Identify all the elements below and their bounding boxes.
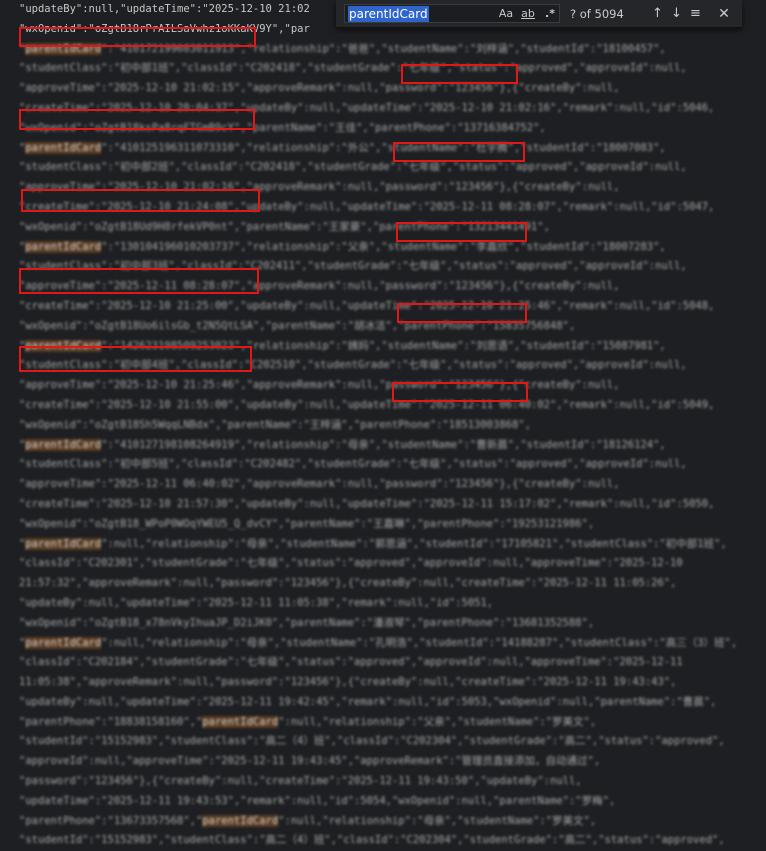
search-match: parentIdCard [25,537,102,550]
find-in-selection-icon[interactable]: ≡ [686,6,705,21]
code-line: "parentIdCard":null,"relationship":"母亲",… [19,537,727,550]
code-line: "updateBy":null,"updateTime":"2025-12-11… [19,596,494,609]
code-line: "wxOpenid":"oZgtB18Ud9H8rfekVP0nt","pare… [19,220,550,233]
code-line: "studentClass":"初中部5班","classId":"C20248… [19,458,687,471]
find-query: parentIdCard [348,5,429,22]
match-count: ? of 5094 [570,6,624,21]
annotation-box-parent-id-card [21,189,260,212]
arrow-up-icon[interactable]: ↑ [648,6,667,21]
code-line: "approveTime":"2025-12-10 21:02:15","app… [19,82,620,95]
code-line: "parentIdCard":null,"relationship":"母亲",… [19,636,738,649]
search-match: parentIdCard [25,240,102,253]
match-case-toggle[interactable]: Aa [498,7,514,20]
code-line: "classId":"C202184","studentGrade":"七年级"… [19,656,683,669]
code-line: "wxOpenid":"oZgtB18Uo6ilsGb_t2N5QtLSA","… [19,319,576,332]
code-line: "parentPhone":"18838158160","parentIdCar… [19,715,597,728]
search-match: parentIdCard [25,438,102,451]
annotation-box-password [401,64,518,84]
annotation-box-parent-id-card [19,27,256,47]
annotation-box-password [397,303,527,323]
code-line: "wxOpenid":"oZgtB18_x78nVkyIhuaJP_D2iJK0… [19,616,595,629]
code-line: "createTime":"2025-12-10 21:57:30","upda… [19,497,715,510]
search-match: parentIdCard [25,636,102,649]
code-line: "studentId":"15152983","studentClass":"高… [19,735,725,748]
code-line: "updateBy":null,"updateTime":"2025-12-11… [19,695,717,708]
code-line: 21:57:32","approveRemark":null,"password… [19,577,677,590]
code-line: "createTime":"2025-12-10 21:25:00","upda… [19,299,715,312]
search-match: parentIdCard [202,715,279,728]
search-match: parentIdCard [25,141,102,154]
code-line: "classId":"C202301","studentGrade":"七年级"… [19,557,683,570]
search-match: parentIdCard [202,814,279,827]
code-line: "parentPhone":"13673357568","parentIdCar… [19,814,597,827]
code-line: "parentIdCard":"130104196010203737","rel… [19,240,666,253]
arrow-down-icon[interactable]: ↓ [667,6,686,21]
annotation-box-parent-id-card [19,346,252,372]
annotation-box-password [396,222,527,242]
code-line: 11:05:38","approveRemark":null,"password… [19,676,677,689]
whole-word-toggle[interactable]: ab [520,7,536,20]
find-widget: parentIdCard Aa ab .* ? of 5094 ↑ ↓ ≡ ✕ [336,0,742,28]
close-icon[interactable]: ✕ [713,6,735,22]
regex-toggle[interactable]: .* [542,7,558,20]
code-line: "studentClass":"初中部1班","classId":"C20241… [19,62,687,75]
annotation-box-password [392,382,528,402]
code-line: "approveTime":"2025-12-11 06:40:02","app… [19,478,620,491]
annotation-box-parent-id-card [19,109,255,130]
code-line: "approveId":null,"approveTime":"2025-12-… [19,755,601,768]
code-line: "parentIdCard":"410127198108264919","rel… [19,438,666,451]
code-line: "wxOpenid":"oZgtB18_WPoP0WOqYWEU5_Q_dvCY… [19,517,595,530]
code-line: "wxOpenid":"oZgtB18Sh5WqqLNBdx","parentN… [19,418,531,431]
code-line: "updateTime":"2025-12-11 19:43:53","rema… [19,794,616,807]
code-line: "password":"123456"},{"createBy":null,"c… [19,775,582,788]
annotation-box-parent-id-card [19,268,259,294]
annotation-box-password [393,142,525,162]
code-line: "studentId":"15152983","studentClass":"高… [19,834,725,847]
